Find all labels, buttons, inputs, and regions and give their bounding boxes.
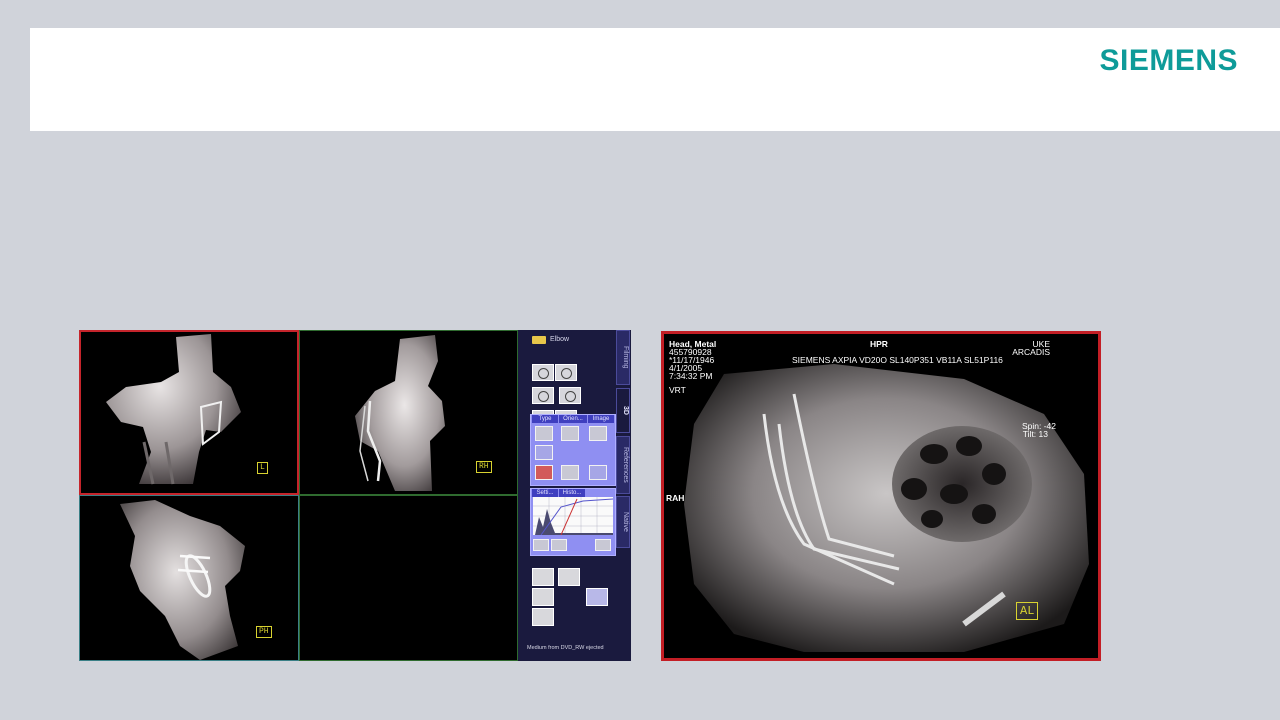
tab-image[interactable]: Image (588, 415, 614, 423)
render-type-panel: Type Orien... Image (530, 414, 616, 486)
status-message: Medium from DVD_RW ejected (527, 645, 604, 651)
vessel-preset-button[interactable] (535, 465, 553, 480)
export-button[interactable] (586, 588, 608, 606)
orientation-cube: PH (256, 626, 272, 638)
viewport-top-right[interactable]: RH (299, 330, 518, 495)
hpr-head-render[interactable]: Head, Metal 455790928 *11/17/1946 4/1/20… (661, 331, 1101, 661)
layout-button[interactable] (558, 568, 580, 586)
folder-icon (532, 336, 546, 344)
control-panel: Elbow Filming 3D References Native Type … (518, 330, 631, 661)
elbow-3d-viewer: L RH PH Elbow Filming 3D References Nati… (79, 330, 631, 661)
pan-tool-icon[interactable] (559, 387, 582, 404)
tab-references[interactable]: References (616, 436, 630, 494)
tab-settings[interactable]: Setti... (532, 489, 558, 497)
device-info: SIEMENS AXPIA VD20O SL140P351 VB11A SL51… (792, 355, 1003, 365)
series-button[interactable] (532, 608, 554, 626)
siemens-logo: SIEMENS (1099, 44, 1238, 77)
side-label: RAH (666, 493, 685, 503)
histogram-graph[interactable] (533, 497, 613, 535)
viewport-bottom-right[interactable] (299, 495, 518, 661)
vrt-button[interactable] (535, 426, 553, 441)
help-button[interactable] (532, 588, 554, 606)
mip-button[interactable] (561, 426, 579, 441)
bone-preset-button[interactable] (561, 465, 579, 480)
tab-orientation[interactable]: Orien... (559, 415, 587, 423)
empty-preset-button[interactable] (589, 465, 607, 480)
tab-native[interactable]: Native (616, 496, 630, 548)
histogram-panel: Setti... Histo... (530, 488, 616, 556)
gray-map-button[interactable] (551, 539, 567, 551)
camera-button[interactable] (532, 568, 554, 586)
system-name: ARCADIS (1012, 347, 1050, 357)
color-map-button[interactable] (533, 539, 549, 551)
head-preset-button[interactable] (535, 445, 553, 460)
header-banner: SIEMENS (30, 28, 1280, 131)
render-mode: VRT (669, 385, 686, 395)
orbit-tool-icon[interactable] (555, 364, 577, 381)
spin-tool-icon[interactable] (532, 387, 554, 404)
orientation-cube: L (257, 462, 268, 474)
tab-filming[interactable]: Filming (616, 330, 630, 385)
viewport-bottom-left[interactable]: PH (79, 495, 299, 661)
ssd-button[interactable] (589, 426, 607, 441)
orientation-cube: RH (476, 461, 492, 473)
tab-3d[interactable]: 3D (616, 388, 630, 433)
viewport-top-left[interactable]: L (79, 330, 299, 495)
rotate-tool-icon[interactable] (532, 364, 554, 381)
study-time: 7:34:32 PM (669, 371, 713, 381)
tab-type[interactable]: Type (532, 415, 558, 423)
orientation-cube: AL (1016, 602, 1039, 620)
folder-label[interactable]: Elbow (550, 336, 569, 343)
view-title: HPR (870, 339, 888, 349)
tilt-readout: Tilt: 13 (1022, 429, 1048, 439)
tab-histogram[interactable]: Histo... (559, 489, 585, 497)
reset-button[interactable] (595, 539, 611, 551)
